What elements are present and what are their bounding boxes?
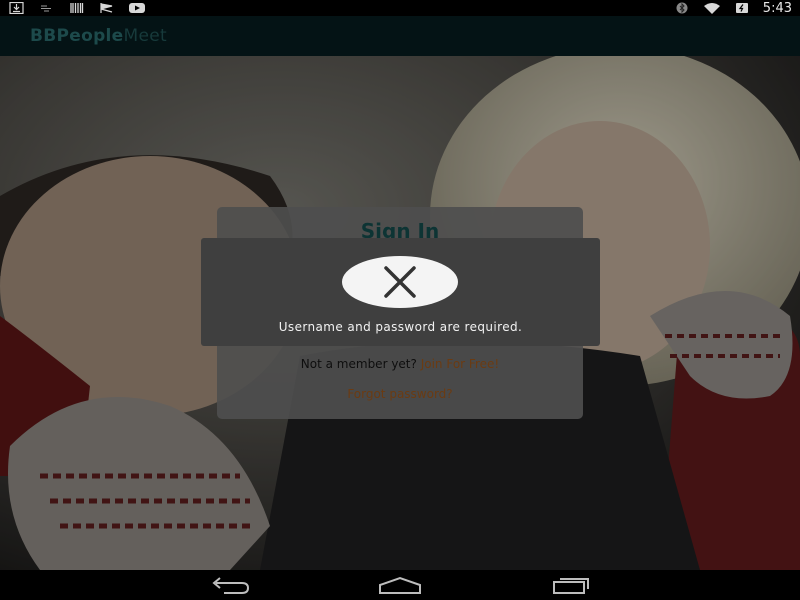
status-left-icons xyxy=(8,2,146,14)
recent-apps-icon xyxy=(553,578,589,594)
member-prompt-line: Not a member yet? Join For Free! xyxy=(217,357,583,371)
youtube-icon xyxy=(128,2,146,14)
back-button[interactable] xyxy=(206,575,252,595)
error-dialog: Username and password are required. xyxy=(201,238,600,346)
barcode-icon xyxy=(68,2,86,14)
navigation-bar xyxy=(0,570,800,600)
wifi-icon xyxy=(703,2,721,14)
home-icon xyxy=(379,576,421,594)
app-title-part-people: People xyxy=(56,26,124,46)
close-icon xyxy=(384,266,416,298)
flag-icon xyxy=(98,2,116,14)
app-title-part-bb: BB xyxy=(30,26,57,46)
battery-icon xyxy=(733,2,751,14)
home-button[interactable] xyxy=(377,575,423,595)
status-time: 5:43 xyxy=(762,0,792,16)
app-bar: BBPeopleMeet xyxy=(0,16,800,56)
join-for-free-link[interactable]: Join For Free! xyxy=(421,357,499,371)
recent-apps-button[interactable] xyxy=(548,575,594,595)
app-title-part-meet: Meet xyxy=(123,26,167,46)
error-icon-badge xyxy=(342,256,458,308)
status-bar: 5:43 xyxy=(0,0,800,16)
bluetooth-icon xyxy=(673,2,691,14)
download-icon xyxy=(8,2,26,14)
status-right-icons: 5:43 xyxy=(673,1,792,16)
error-message: Username and password are required. xyxy=(278,320,523,334)
forgot-password-link[interactable]: Forgot password? xyxy=(217,387,583,401)
signal-bars-icon xyxy=(38,2,56,14)
app-title: BBPeopleMeet xyxy=(30,26,167,46)
back-icon xyxy=(212,577,250,594)
member-prompt-text: Not a member yet? xyxy=(300,357,417,371)
